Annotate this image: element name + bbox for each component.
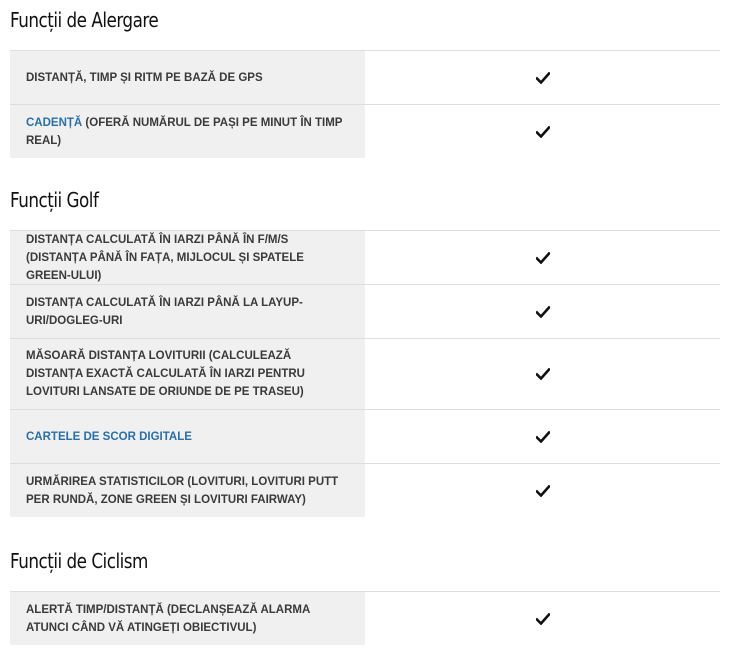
checkmark-icon bbox=[535, 251, 550, 264]
table-row: Cartele de scor digitale bbox=[10, 410, 720, 464]
checkmark-icon bbox=[535, 368, 550, 380]
feature-label: Măsoară distanța loviturii (calculează d… bbox=[10, 339, 365, 409]
feature-label: Distanța calculată în iarzi până în F/M/… bbox=[10, 231, 365, 284]
feature-link[interactable]: Cadență bbox=[26, 117, 82, 129]
supported-cell bbox=[365, 285, 720, 338]
feature-table: Alertă timp/distanță (declanșează alarma… bbox=[10, 591, 720, 645]
supported-cell bbox=[365, 592, 720, 645]
table-row: Urmărirea statisticilor (lovituri, lovit… bbox=[10, 464, 720, 517]
supported-cell bbox=[365, 339, 720, 409]
feature-label: Urmărirea statisticilor (lovituri, lovit… bbox=[10, 464, 365, 517]
section-title: Funcții Golf bbox=[10, 188, 99, 212]
table-row: Distanța calculată în iarzi până la layu… bbox=[10, 285, 720, 339]
table-row: Distanță, timp și ritm pe bază de GPS bbox=[10, 51, 720, 105]
feature-link[interactable]: Cartele de scor digitale bbox=[26, 431, 192, 443]
supported-cell bbox=[365, 231, 720, 284]
feature-label: Alertă timp/distanță (declanșează alarma… bbox=[10, 592, 365, 645]
feature-label: Distanța calculată în iarzi până la layu… bbox=[10, 285, 365, 338]
checkmark-icon bbox=[535, 125, 550, 138]
section-title: Funcții de Alergare bbox=[10, 8, 159, 32]
supported-cell bbox=[365, 105, 720, 158]
checkmark-icon bbox=[535, 71, 550, 84]
supported-cell bbox=[365, 51, 720, 104]
feature-table: Distanța calculată în iarzi până în F/M/… bbox=[10, 230, 720, 517]
feature-text: Măsoară distanța loviturii (calculează d… bbox=[26, 350, 305, 398]
table-row: Cadență (oferă numărul de pași pe minut … bbox=[10, 105, 720, 158]
feature-text: Urmărirea statisticilor (lovituri, lovit… bbox=[26, 475, 339, 506]
feature-label: Cadență (oferă numărul de pași pe minut … bbox=[10, 105, 365, 158]
checkmark-icon bbox=[535, 484, 550, 497]
table-row: Alertă timp/distanță (declanșează alarma… bbox=[10, 592, 720, 645]
checkmark-icon bbox=[535, 612, 550, 625]
feature-text: Distanța calculată în iarzi până în F/M/… bbox=[26, 233, 304, 282]
supported-cell bbox=[365, 464, 720, 517]
table-row: Distanța calculată în iarzi până în F/M/… bbox=[10, 231, 720, 285]
feature-table: Distanță, timp și ritm pe bază de GPS Ca… bbox=[10, 50, 720, 158]
table-row: Măsoară distanța loviturii (calculează d… bbox=[10, 339, 720, 410]
feature-label: Distanță, timp și ritm pe bază de GPS bbox=[10, 51, 365, 104]
feature-text: Distanța calculată în iarzi până la layu… bbox=[26, 296, 303, 327]
checkmark-icon bbox=[535, 430, 550, 443]
section-title: Funcții de Ciclism bbox=[10, 549, 148, 573]
checkmark-icon bbox=[535, 305, 550, 318]
feature-text: Alertă timp/distanță (declanșează alarma… bbox=[26, 603, 310, 634]
feature-label: Cartele de scor digitale bbox=[10, 410, 365, 463]
feature-text: Distanță, timp și ritm pe bază de GPS bbox=[26, 71, 263, 84]
supported-cell bbox=[365, 410, 720, 463]
